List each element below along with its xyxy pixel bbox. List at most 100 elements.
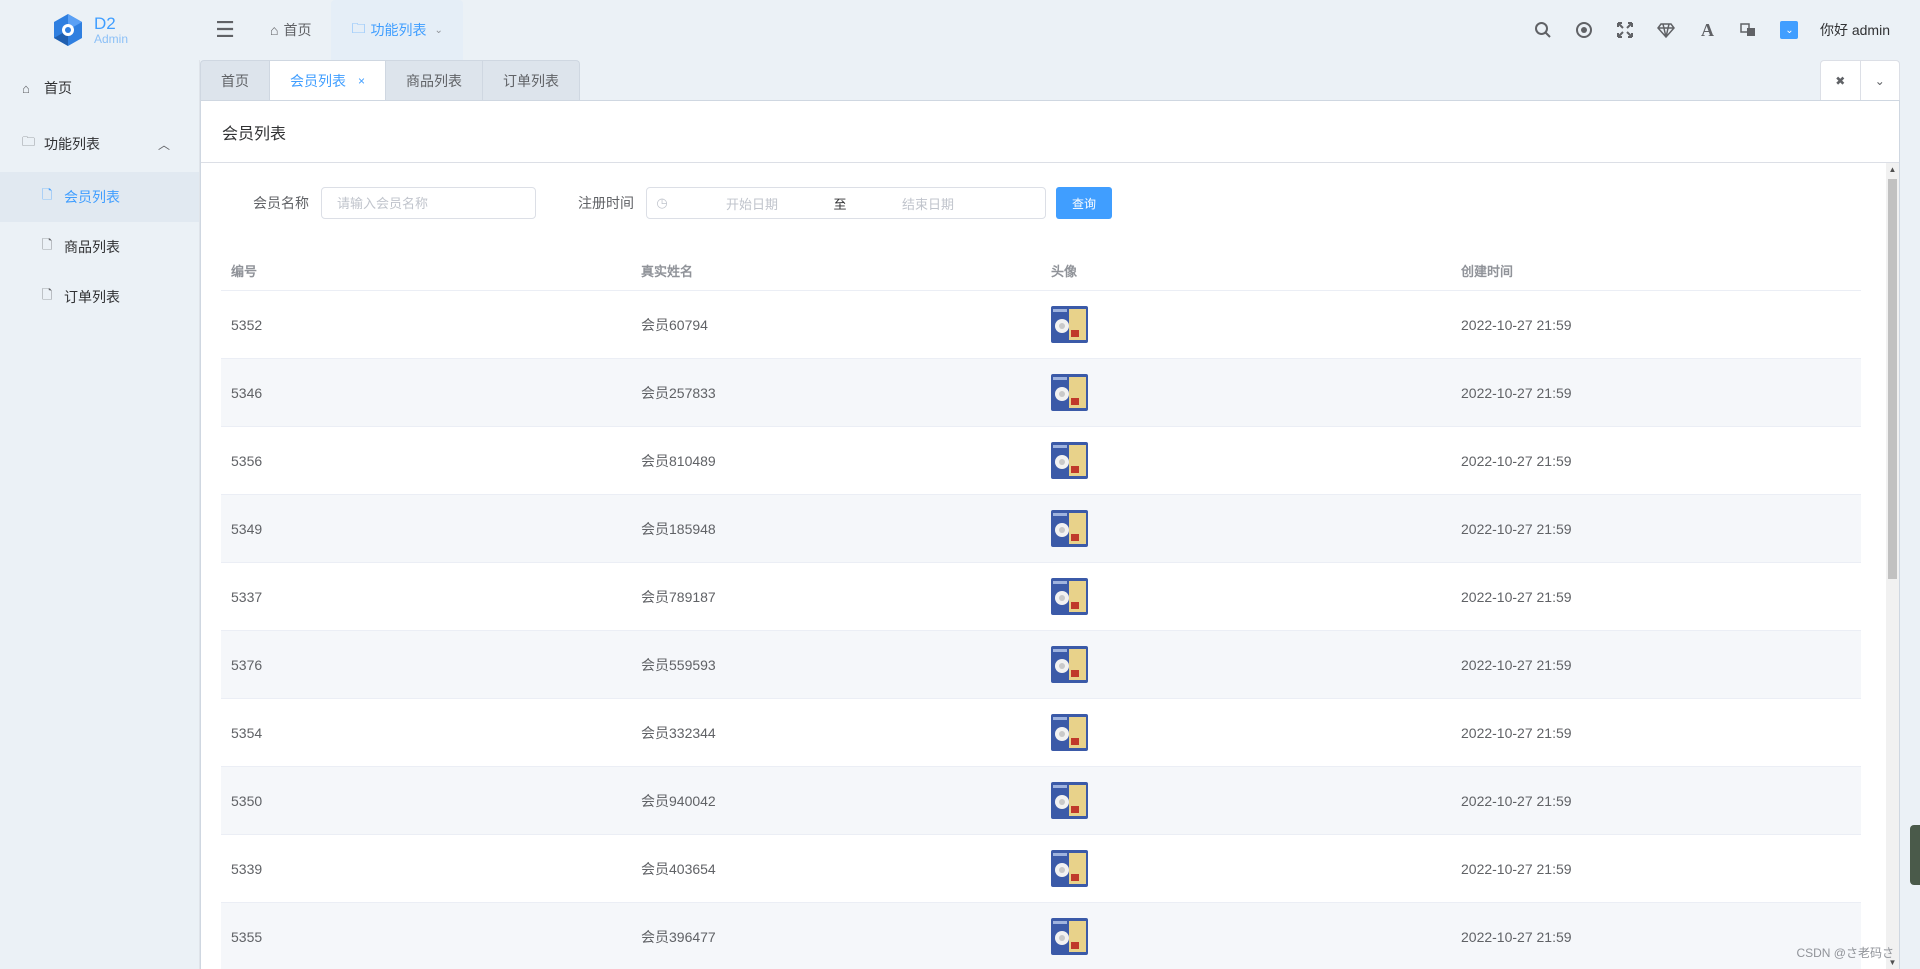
table-row[interactable]: 5376 会员559593 2022-10-27 21:59 [221, 631, 1861, 699]
sidebar-item-label: 功能列表 [44, 136, 100, 152]
query-button[interactable]: 查询 [1056, 187, 1112, 219]
table-row[interactable]: 5337 会员789187 2022-10-27 21:59 [221, 563, 1861, 631]
theme-diamond-icon[interactable] [1646, 0, 1687, 60]
cell-name: 会员559593 [641, 656, 716, 673]
table-row[interactable]: 5339 会员403654 2022-10-27 21:59 [221, 835, 1861, 903]
column-header: 真实姓名 [641, 263, 694, 279]
avatar[interactable] [1051, 918, 1088, 955]
clock-icon: ◷ [656, 195, 668, 210]
sidebar-item-home[interactable]: ⌂ 首页 [0, 60, 200, 116]
cell-name: 会员60794 [641, 316, 708, 333]
register-time-label: 注册时间 [578, 195, 634, 211]
cell-avatar [1041, 646, 1451, 683]
avatar[interactable] [1051, 782, 1088, 819]
chevron-up-icon: ︿ [157, 138, 170, 152]
vertical-scrollbar[interactable]: ▲ ▼ [1886, 163, 1899, 969]
folder-icon: 🗀 [22, 134, 36, 149]
table-row[interactable]: 5346 会员257833 2022-10-27 21:59 [221, 359, 1861, 427]
avatar[interactable] [1051, 578, 1088, 615]
sidebar-item-label: 订单列表 [64, 289, 120, 305]
tab-home[interactable]: 首页 [200, 60, 269, 101]
cell-avatar [1041, 578, 1451, 615]
cell-name: 会员185948 [641, 520, 716, 537]
start-date-input[interactable]: 开始日期 [677, 194, 827, 213]
cell-created: 2022-10-27 21:59 [1461, 384, 1572, 401]
cell-created: 2022-10-27 21:59 [1461, 588, 1572, 605]
cell-created: 2022-10-27 21:59 [1461, 452, 1572, 469]
table-row[interactable]: 5350 会员940042 2022-10-27 21:59 [221, 767, 1861, 835]
avatar[interactable] [1051, 510, 1088, 547]
table-row[interactable]: 5356 会员810489 2022-10-27 21:59 [221, 427, 1861, 495]
scroll-up-icon[interactable]: ▲ [1886, 163, 1899, 177]
tab-orders[interactable]: 订单列表 [482, 60, 581, 101]
table-row[interactable]: 5354 会员332344 2022-10-27 21:59 [221, 699, 1861, 767]
tab-label: 订单列表 [503, 73, 560, 89]
search-icon[interactable] [1523, 0, 1564, 60]
end-date-input[interactable]: 结束日期 [853, 194, 1003, 213]
font-size-icon[interactable]: A [1687, 0, 1728, 60]
cell-created: 2022-10-27 21:59 [1461, 656, 1572, 673]
cell-name: 会员789187 [641, 588, 716, 605]
cell-name: 会员396477 [641, 928, 716, 945]
cell-created: 2022-10-27 21:59 [1461, 860, 1572, 877]
cell-id: 5356 [231, 452, 263, 469]
sidebar-item-label: 首页 [44, 80, 72, 96]
cell-created: 2022-10-27 21:59 [1461, 724, 1572, 741]
dropdown-toggle-icon[interactable]: ⌄ [1769, 0, 1810, 60]
avatar[interactable] [1051, 850, 1088, 887]
tab-label: 会员列表 [290, 73, 346, 89]
close-icon[interactable]: × [358, 74, 365, 88]
tab-products[interactable]: 商品列表 [385, 60, 483, 101]
cell-created: 2022-10-27 21:59 [1461, 316, 1572, 333]
cell-name: 会员403654 [641, 860, 716, 877]
avatar[interactable] [1051, 442, 1088, 479]
cell-id: 5350 [231, 792, 263, 809]
file-icon: 🗋 [42, 187, 53, 202]
header-menu-home[interactable]: ⌂ 首页 [250, 0, 331, 60]
fullscreen-icon[interactable] [1605, 0, 1646, 60]
avatar[interactable] [1051, 374, 1088, 411]
table-row[interactable]: 5352 会员60794 2022-10-27 21:59 [221, 291, 1861, 359]
header-menu-features[interactable]: 🗀 功能列表 ⌄ [331, 0, 463, 60]
sidebar-item-products[interactable]: 🗋 商品列表 [0, 222, 200, 272]
sidebar-item-label: 会员列表 [64, 189, 120, 205]
sidebar-item-members[interactable]: 🗋 会员列表 [0, 172, 200, 222]
sidebar-item-orders[interactable]: 🗋 订单列表 [0, 272, 200, 322]
tab-label: 商品列表 [406, 73, 463, 89]
member-name-input[interactable] [321, 187, 536, 219]
d2-logo-icon [54, 14, 82, 46]
cell-avatar [1041, 714, 1451, 751]
close-all-tabs-icon[interactable]: ✖ [1821, 61, 1861, 100]
avatar[interactable] [1051, 306, 1088, 343]
cell-id: 5355 [231, 928, 263, 945]
sidebar-item-features[interactable]: 🗀 功能列表 ︿ [0, 116, 200, 172]
cell-avatar [1041, 782, 1451, 819]
tab-label: 首页 [221, 73, 249, 89]
translate-icon[interactable] [1728, 0, 1769, 60]
page-title: 会员列表 [201, 101, 1899, 163]
chevron-down-icon[interactable]: ⌄ [1861, 61, 1900, 100]
table-row[interactable]: 5355 会员396477 2022-10-27 21:59 [221, 903, 1861, 969]
avatar[interactable] [1051, 646, 1088, 683]
scrollbar-thumb[interactable] [1888, 179, 1897, 579]
cell-id: 5376 [231, 656, 263, 673]
tab-members[interactable]: 会员列表 × [269, 60, 386, 101]
date-range-picker[interactable]: ◷ 开始日期 至 结束日期 [646, 187, 1046, 219]
cell-avatar [1041, 850, 1451, 887]
table-header: 编号 真实姓名 头像 创建时间 [221, 250, 1861, 291]
page-tabs: 首页 会员列表 × 商品列表 订单列表 [200, 60, 581, 101]
record-icon[interactable] [1564, 0, 1605, 60]
menu-toggle-icon[interactable]: ☰ [200, 0, 250, 60]
avatar[interactable] [1051, 714, 1088, 751]
logo[interactable]: D2 Admin [0, 0, 200, 60]
cell-created: 2022-10-27 21:59 [1461, 792, 1572, 809]
date-separator: 至 [833, 196, 847, 212]
home-icon: ⌂ [22, 80, 30, 96]
table-row[interactable]: 5349 会员185948 2022-10-27 21:59 [221, 495, 1861, 563]
side-widget[interactable] [1910, 825, 1920, 885]
home-icon: ⌂ [270, 22, 279, 38]
cell-name: 会员332344 [641, 724, 716, 741]
column-header: 头像 [1051, 263, 1078, 279]
cell-avatar [1041, 510, 1451, 547]
user-greeting[interactable]: 你好 admin [1820, 20, 1890, 40]
